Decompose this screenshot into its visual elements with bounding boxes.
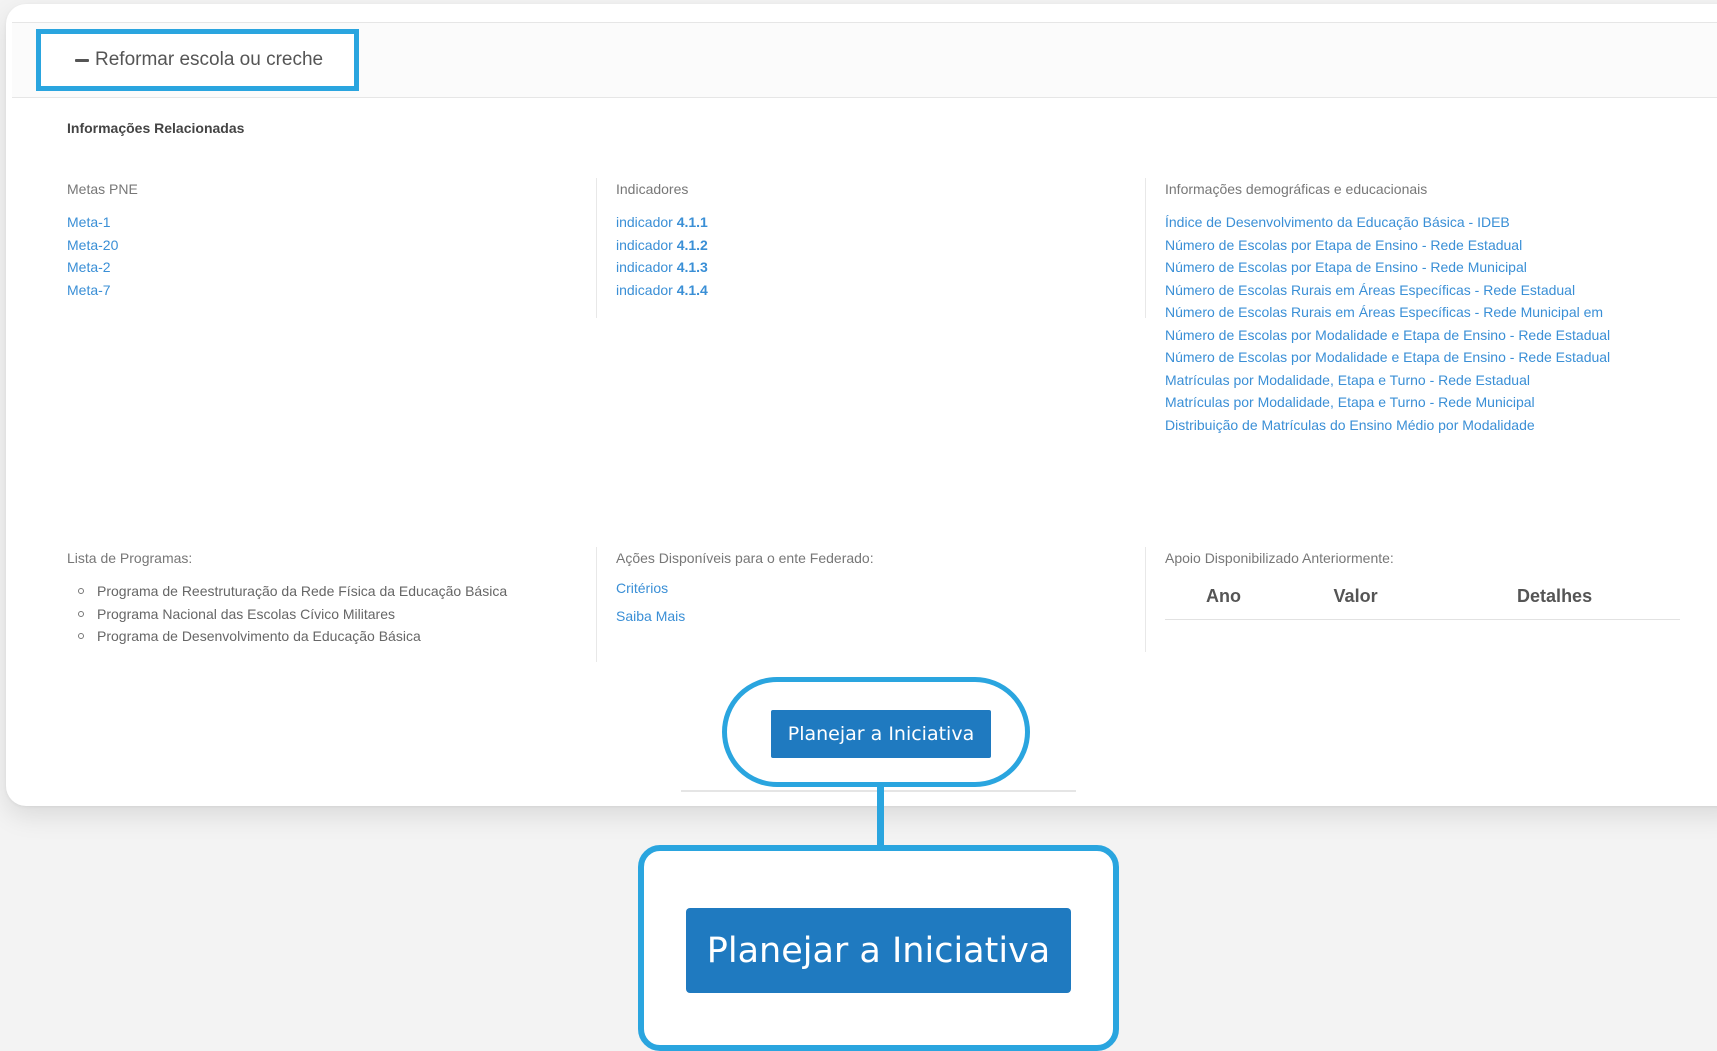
list-item: Programa de Desenvolvimento da Educação … [67, 625, 592, 648]
meta-link[interactable]: Meta-7 [67, 282, 111, 298]
indicador-number: 4.1.2 [676, 236, 708, 253]
criterios-link[interactable]: Critérios [616, 580, 1116, 596]
demografica-link[interactable]: Matrículas por Modalidade, Etapa e Turno… [1165, 394, 1535, 410]
column-divider [1145, 547, 1146, 652]
list-item: indicador 4.1.2 [616, 234, 1116, 257]
accordion-toggle-reformar[interactable]: Reformar escola ou creche [36, 29, 359, 91]
indicador-prefix: indicador [616, 236, 677, 253]
column-divider [596, 178, 597, 318]
demografica-link[interactable]: Número de Escolas Rurais em Áreas Especí… [1165, 282, 1575, 298]
col-header-ano: Ano [1165, 572, 1282, 620]
list-item: Meta-1 [67, 211, 587, 234]
list-item: Meta-7 [67, 279, 587, 302]
demograficas-column: Informações demográficas e educacionais … [1165, 181, 1685, 436]
indicador-number: 4.1.3 [676, 259, 708, 275]
list-item: Número de Escolas Rurais em Áreas Especí… [1165, 301, 1685, 324]
indicadores-column: Indicadores indicador 4.1.1 indicador 4.… [616, 181, 1116, 301]
list-item: Número de Escolas por Etapa de Ensino - … [1165, 256, 1685, 279]
col-header-detalhes: Detalhes [1429, 572, 1680, 620]
programas-list: Programa de Reestruturação da Rede Físic… [67, 580, 592, 648]
indicadores-label: Indicadores [616, 181, 689, 197]
col-header-valor: Valor [1281, 572, 1430, 620]
programas-column: Lista de Programas: Programa de Reestrut… [67, 550, 592, 648]
programas-label: Lista de Programas: [67, 550, 193, 566]
planejar-iniciativa-button-zoomed[interactable]: Planejar a Iniciativa [686, 908, 1071, 993]
demograficas-list: Índice de Desenvolvimento da Educação Bá… [1165, 211, 1685, 436]
indicador-link[interactable]: indicador 4.1.4 [616, 282, 708, 298]
list-item: Número de Escolas por Modalidade e Etapa… [1165, 324, 1635, 347]
indicador-prefix: indicador [616, 214, 677, 230]
column-divider [596, 547, 597, 662]
list-item: Número de Escolas por Etapa de Ensino - … [1165, 234, 1685, 257]
list-item: indicador 4.1.3 [616, 256, 1116, 279]
indicador-prefix: indicador [616, 281, 677, 298]
callout-connector [877, 786, 884, 848]
indicador-prefix: indicador [616, 259, 677, 275]
indicadores-list: indicador 4.1.1 indicador 4.1.2 indicado… [616, 211, 1116, 301]
minus-icon [75, 58, 89, 62]
list-item: Programa Nacional das Escolas Cívico Mil… [67, 603, 592, 626]
saiba-mais-link[interactable]: Saiba Mais [616, 608, 1116, 624]
metas-label: Metas PNE [67, 181, 138, 197]
metas-column: Metas PNE Meta-1 Meta-20 Meta-2 Meta-7 [67, 181, 587, 301]
list-item: Número de Escolas Rurais em Áreas Especí… [1165, 279, 1685, 302]
list-item: Distribuição de Matrículas do Ensino Méd… [1165, 414, 1685, 437]
list-item: Meta-2 [67, 256, 587, 279]
table-header-row: Ano Valor Detalhes [1165, 572, 1680, 620]
apoio-column: Apoio Disponibilizado Anteriormente: Ano… [1165, 550, 1695, 620]
list-item: Programa de Reestruturação da Rede Físic… [67, 580, 592, 603]
section-title: Informações Relacionadas [67, 120, 245, 136]
demograficas-label: Informações demográficas e educacionais [1165, 181, 1428, 197]
meta-link[interactable]: Meta-20 [67, 237, 118, 253]
indicador-number: 4.1.4 [676, 281, 708, 298]
demografica-link[interactable]: Número de Escolas por Modalidade e Etapa… [1165, 349, 1610, 365]
apoio-label: Apoio Disponibilizado Anteriormente: [1165, 550, 1394, 566]
indicador-link[interactable]: indicador 4.1.3 [616, 259, 708, 275]
demografica-link[interactable]: Número de Escolas por Modalidade e Etapa… [1165, 327, 1610, 343]
acoes-column: Ações Disponíveis para o ente Federado: … [616, 550, 1116, 636]
indicador-number: 4.1.1 [676, 214, 708, 230]
metas-list: Meta-1 Meta-20 Meta-2 Meta-7 [67, 211, 587, 301]
demografica-link[interactable]: Número de Escolas por Etapa de Ensino - … [1165, 237, 1522, 253]
accordion-toggle-label: Reformar escola ou creche [95, 49, 324, 70]
demografica-link[interactable]: Número de Escolas Rurais em Áreas Especí… [1165, 304, 1603, 320]
demografica-link[interactable]: Número de Escolas por Etapa de Ensino - … [1165, 259, 1527, 275]
apoio-table: Ano Valor Detalhes [1165, 572, 1680, 620]
list-item: Matrículas por Modalidade, Etapa e Turno… [1165, 391, 1685, 414]
demografica-link[interactable]: Matrículas por Modalidade, Etapa e Turno… [1165, 372, 1530, 388]
indicador-link[interactable]: indicador 4.1.1 [616, 214, 708, 230]
meta-link[interactable]: Meta-1 [67, 214, 111, 230]
list-item: Matrículas por Modalidade, Etapa e Turno… [1165, 369, 1685, 392]
demografica-link[interactable]: Distribuição de Matrículas do Ensino Méd… [1165, 417, 1535, 433]
list-item: Meta-20 [67, 234, 587, 257]
list-item: Número de Escolas por Modalidade e Etapa… [1165, 346, 1635, 369]
list-item: Índice de Desenvolvimento da Educação Bá… [1165, 211, 1685, 234]
list-item: indicador 4.1.1 [616, 211, 1116, 234]
indicador-link[interactable]: indicador 4.1.2 [616, 237, 708, 253]
callout-ring-highlight [722, 677, 1030, 787]
meta-link[interactable]: Meta-2 [67, 259, 111, 275]
list-item: indicador 4.1.4 [616, 279, 1116, 302]
demografica-link[interactable]: Índice de Desenvolvimento da Educação Bá… [1165, 214, 1510, 230]
column-divider [1145, 178, 1146, 318]
acoes-label: Ações Disponíveis para o ente Federado: [616, 550, 874, 566]
